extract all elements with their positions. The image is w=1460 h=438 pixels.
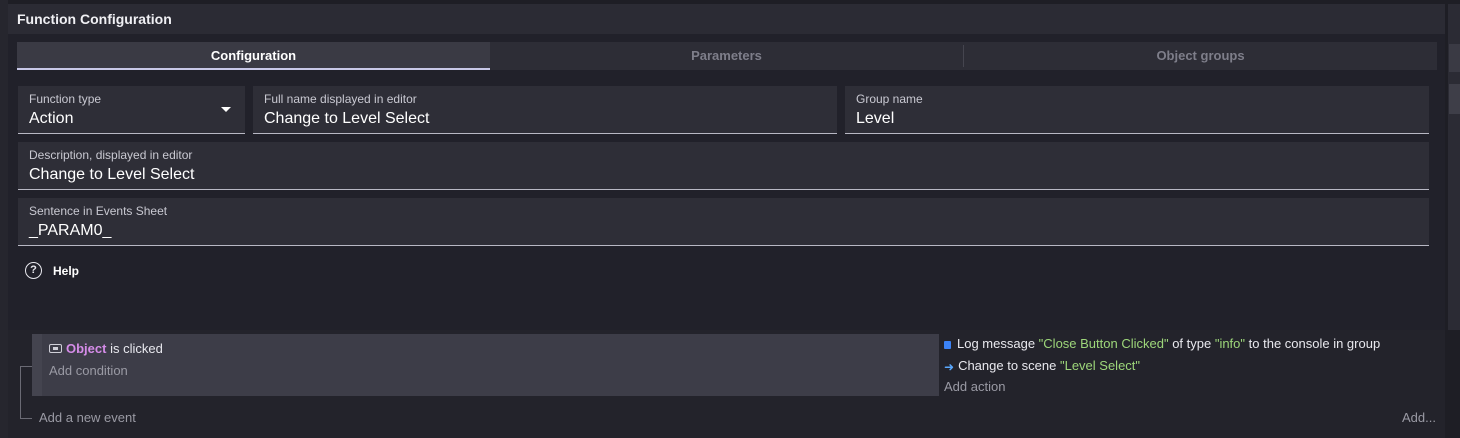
description-label: Description, displayed in editor	[29, 148, 193, 162]
caret-down-icon	[221, 107, 231, 112]
panel-title: Function Configuration	[17, 11, 172, 27]
function-type-label: Function type	[29, 92, 102, 106]
action-text: Change to scene	[958, 358, 1060, 373]
object-icon	[49, 344, 62, 353]
events-sheet: Object is clicked Add condition Log mess…	[8, 330, 1445, 438]
event-tree-branch	[20, 366, 32, 367]
group-name-value: Level	[856, 110, 895, 127]
event-drag-handle[interactable]	[32, 334, 42, 396]
event-tree-branch	[20, 418, 32, 419]
condition-object-clicked[interactable]: Object is clicked	[49, 341, 163, 356]
action-text: of type	[1168, 336, 1215, 351]
add-more-button[interactable]: Add...	[1402, 410, 1436, 425]
right-panel-tab[interactable]	[1449, 44, 1460, 72]
add-condition-button[interactable]: Add condition	[49, 363, 128, 378]
description-field[interactable]: Description, displayed in editor Change …	[18, 142, 1429, 190]
action-change-scene[interactable]: ➜ Change to scene "Level Select"	[944, 358, 1140, 374]
full-name-label: Full name displayed in editor	[264, 92, 417, 106]
help-label: Help	[53, 264, 80, 278]
tab-object-groups[interactable]: Object groups	[964, 42, 1437, 70]
function-configuration-panel: Function Configuration Configuration Par…	[8, 4, 1445, 330]
action-text: Log message	[957, 336, 1039, 351]
scene-arrow-icon: ➜	[944, 360, 955, 374]
group-name-field[interactable]: Group name Level	[845, 86, 1429, 134]
action-string-literal: "info"	[1214, 336, 1246, 351]
sentence-field[interactable]: Sentence in Events Sheet _PARAM0_	[18, 198, 1429, 246]
event-tree-line	[20, 366, 21, 418]
tab-configuration[interactable]: Configuration	[17, 42, 490, 70]
question-circle-icon: ?	[25, 262, 42, 279]
action-text: to the console in group	[1245, 336, 1381, 351]
sentence-label: Sentence in Events Sheet	[29, 204, 168, 218]
tab-bar: Configuration Parameters Object groups	[17, 42, 1437, 70]
function-type-value: Action	[29, 110, 74, 127]
add-action-button[interactable]: Add action	[944, 379, 1005, 394]
action-log-message[interactable]: Log message "Close Button Clicked" of ty…	[944, 336, 1380, 351]
function-type-select[interactable]: Function type Action	[18, 86, 245, 134]
log-icon	[944, 341, 951, 349]
add-new-event-button[interactable]: Add a new event	[39, 410, 136, 425]
left-edge-strip	[0, 0, 8, 438]
right-panel-scroll-thumb[interactable]	[1449, 84, 1460, 114]
full-name-field[interactable]: Full name displayed in editor Change to …	[253, 86, 837, 134]
tab-parameters[interactable]: Parameters	[490, 42, 963, 70]
condition-text: is clicked	[106, 341, 163, 356]
description-value: Change to Level Select	[29, 166, 195, 183]
full-name-value: Change to Level Select	[264, 110, 430, 127]
conditions-block[interactable]: Object is clicked Add condition	[32, 334, 939, 396]
condition-object-name: Object	[66, 341, 107, 356]
group-name-label: Group name	[856, 92, 923, 106]
panel-header: Function Configuration	[8, 4, 1445, 34]
action-string-literal: "Close Button Clicked"	[1038, 336, 1169, 351]
sentence-value: _PARAM0_	[29, 222, 112, 239]
action-string-literal: "Level Select"	[1059, 358, 1141, 373]
right-edge-panel	[1448, 4, 1460, 330]
